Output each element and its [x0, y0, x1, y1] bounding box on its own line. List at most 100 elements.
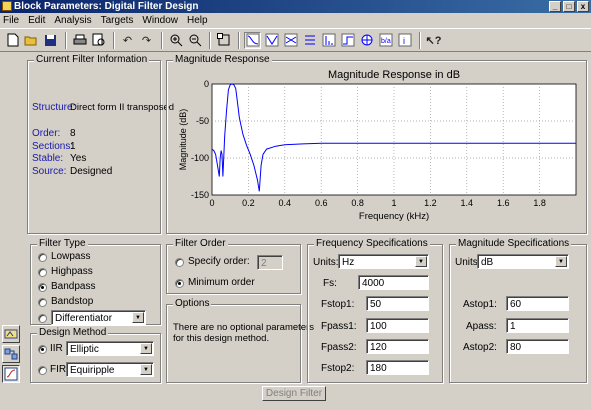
realize-model-mode-icon[interactable]: [2, 345, 20, 363]
filter-design-mode-icon[interactable]: [2, 325, 20, 343]
fpass2-input[interactable]: 120: [366, 339, 429, 354]
fstop1-input[interactable]: 50: [366, 296, 429, 311]
iir-method-dropdown[interactable]: Elliptic ▼: [66, 341, 154, 356]
mag-phase-icon[interactable]: [282, 32, 299, 49]
fir-method-value: Equiripple: [70, 365, 115, 376]
fir-label: FIR: [50, 364, 67, 375]
fs-input[interactable]: 4000: [358, 275, 429, 290]
design-filter-button[interactable]: Design Filter: [262, 386, 326, 401]
chevron-down-icon: ▼: [132, 312, 144, 323]
options-text-line1: There are no optional parameters: [173, 322, 314, 333]
mag-specs-title: Magnitude Specifications: [456, 238, 572, 249]
plot-area: [211, 83, 577, 196]
y-tick-label: -150: [191, 190, 209, 200]
x-tick-label: 1: [391, 198, 396, 208]
pole-zero-icon[interactable]: [358, 32, 375, 49]
design-method-panel: Design Method IIR Elliptic ▼ FIR Equirip…: [30, 327, 161, 383]
full-view-icon[interactable]: [215, 32, 232, 49]
import-filter-mode-icon[interactable]: [2, 365, 20, 383]
close-button[interactable]: x: [577, 1, 589, 12]
highpass-radio[interactable]: [38, 268, 47, 277]
other-type-radio[interactable]: [38, 314, 47, 323]
fstop2-input[interactable]: 180: [366, 360, 429, 375]
lowpass-radio[interactable]: [38, 253, 47, 262]
svg-text:b/a: b/a: [381, 38, 391, 45]
other-filter-type-dropdown[interactable]: Differentiator ▼: [51, 310, 146, 325]
specify-order-radio[interactable]: [175, 258, 184, 267]
mag-units-value: dB: [481, 257, 494, 268]
mag-units-dropdown[interactable]: dB ▼: [477, 254, 569, 269]
sections-value: 1: [70, 141, 76, 152]
stable-value: Yes: [70, 153, 87, 164]
print-preview-icon[interactable]: [90, 32, 107, 49]
fir-radio[interactable]: [38, 366, 47, 375]
y-tick-label: -50: [196, 116, 209, 126]
menu-targets[interactable]: Targets: [101, 15, 134, 26]
print-icon[interactable]: [71, 32, 88, 49]
freq-units-label: Units:: [313, 257, 339, 268]
bandpass-radio[interactable]: [38, 283, 47, 292]
impulse-response-icon[interactable]: [320, 32, 337, 49]
group-delay-icon[interactable]: [301, 32, 318, 49]
toolbar: ↶ ↷ b/a i ↖?: [0, 28, 591, 52]
design-method-title: Design Method: [37, 327, 109, 338]
magnitude-specifications-panel: Magnitude Specifications Units: dB ▼ Ast…: [449, 238, 587, 383]
magnitude-response-icon[interactable]: [244, 31, 261, 49]
y-tick-label: -100: [191, 153, 209, 163]
minimum-order-label: Minimum order: [188, 277, 255, 288]
menu-window[interactable]: Window: [142, 15, 178, 26]
chevron-down-icon: ▼: [140, 364, 152, 375]
stable-label: Stable:: [32, 153, 64, 164]
order-value: 8: [70, 128, 76, 139]
menu-file[interactable]: File: [3, 15, 19, 26]
open-icon[interactable]: [23, 32, 40, 49]
astop1-input[interactable]: 60: [506, 296, 569, 311]
window-title: Block Parameters: Digital Filter Design: [14, 1, 199, 12]
save-icon[interactable]: [42, 32, 59, 49]
toolbar-separator: [113, 31, 115, 49]
iir-label: IIR: [50, 343, 63, 354]
freq-units-dropdown[interactable]: Hz ▼: [338, 254, 429, 269]
x-tick-label: 1.2: [424, 198, 437, 208]
sections-label: Sections:: [32, 141, 74, 152]
options-panel: Options There are no optional parameters…: [166, 298, 314, 383]
astop2-input[interactable]: 80: [506, 339, 569, 354]
minimize-button[interactable]: _: [549, 1, 561, 12]
step-response-icon[interactable]: [339, 32, 356, 49]
options-text-line2: for this design method.: [173, 333, 270, 344]
minimum-order-radio[interactable]: [175, 279, 184, 288]
order-input[interactable]: 2: [257, 255, 283, 270]
iir-radio[interactable]: [38, 345, 47, 354]
freq-specs-title: Frequency Specifications: [314, 238, 430, 249]
zoom-out-icon[interactable]: [186, 32, 203, 49]
apass-input[interactable]: 1: [506, 318, 569, 333]
x-tick-label: 0: [209, 198, 214, 208]
bandstop-radio[interactable]: [38, 298, 47, 307]
specify-order-label: Specify order:: [188, 256, 250, 267]
zoom-in-icon[interactable]: [167, 32, 184, 49]
undo-icon[interactable]: ↶: [119, 32, 136, 49]
filter-coefficients-icon[interactable]: b/a: [377, 32, 394, 49]
menu-edit[interactable]: Edit: [28, 15, 45, 26]
window-icon: [2, 1, 12, 11]
filter-info-icon[interactable]: i: [396, 32, 413, 49]
x-tick-label: 0.6: [315, 198, 328, 208]
fstop2-label: Fstop2:: [321, 363, 355, 374]
new-icon[interactable]: [4, 32, 21, 49]
menu-analysis[interactable]: Analysis: [54, 15, 91, 26]
structure-value: Direct form II transposed: [70, 102, 175, 113]
astop1-label: Astop1:: [463, 299, 497, 310]
title-bar: Block Parameters: Digital Filter Design …: [0, 0, 591, 13]
fpass1-input[interactable]: 100: [366, 318, 429, 333]
maximize-button[interactable]: □: [563, 1, 575, 12]
fir-method-dropdown[interactable]: Equiripple ▼: [66, 362, 154, 377]
y-axis-label: Magnitude (dB): [178, 109, 188, 171]
source-value: Designed: [70, 166, 113, 177]
menu-help[interactable]: Help: [187, 15, 208, 26]
redo-icon[interactable]: ↷: [138, 32, 155, 49]
phase-response-icon[interactable]: [263, 32, 280, 49]
astop2-label: Astop2:: [463, 342, 497, 353]
chevron-down-icon: ▼: [555, 256, 567, 267]
x-tick-label: 0.8: [351, 198, 364, 208]
whats-this-icon[interactable]: ↖?: [425, 32, 442, 49]
